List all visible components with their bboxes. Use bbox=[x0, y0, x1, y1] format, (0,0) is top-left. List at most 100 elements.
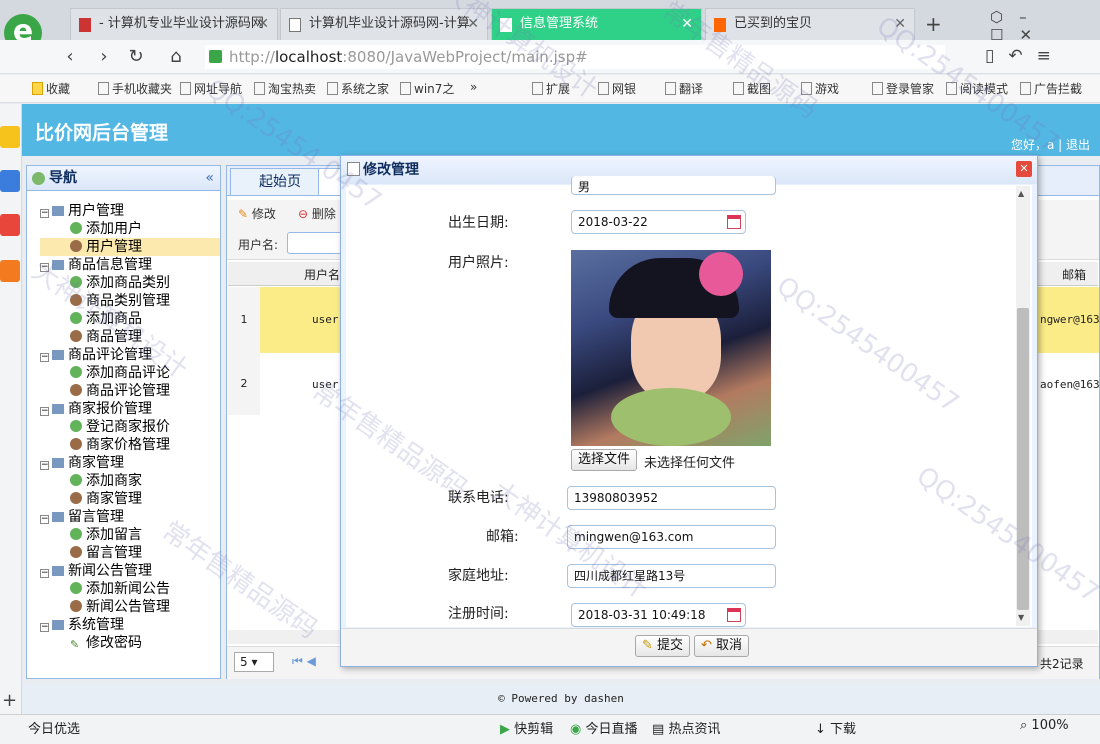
extension-item[interactable]: 扩展 bbox=[532, 80, 570, 97]
extension-item[interactable]: 广告拦截 bbox=[1020, 80, 1082, 97]
address-input[interactable]: 四川成都红星路13号 bbox=[567, 564, 776, 588]
expander-icon[interactable]: − bbox=[40, 623, 49, 632]
tree-item[interactable]: 添加商品评论 bbox=[40, 364, 220, 382]
submit-button[interactable]: ✎ 提交 bbox=[635, 635, 691, 657]
close-tab-icon[interactable]: ✕ bbox=[257, 9, 269, 39]
bookmark-item[interactable]: 收藏 bbox=[32, 80, 70, 97]
tree-item[interactable]: 商品评论管理 bbox=[40, 382, 220, 400]
tree-item[interactable]: 商品类别管理 bbox=[40, 292, 220, 310]
tree-item[interactable]: 添加商品类别 bbox=[40, 274, 220, 292]
new-tab-icon[interactable]: + bbox=[925, 12, 942, 36]
tree-item[interactable]: 商家管理 bbox=[40, 490, 220, 508]
extension-item[interactable]: 阅读模式 bbox=[946, 80, 1008, 97]
collapse-icon[interactable]: « bbox=[205, 166, 214, 191]
gender-field[interactable]: 男 bbox=[571, 176, 776, 195]
calendar-icon[interactable] bbox=[727, 608, 741, 622]
expander-icon[interactable]: − bbox=[40, 263, 49, 272]
scroll-down-icon[interactable]: ▼ bbox=[1018, 613, 1024, 622]
tree-item[interactable]: 登记商家报价 bbox=[40, 418, 220, 436]
bookmark-item[interactable]: 网址导航 bbox=[180, 80, 242, 97]
bookmark-item[interactable]: 手机收藏夹 bbox=[98, 80, 172, 97]
forward-icon[interactable]: › bbox=[92, 46, 116, 67]
extension-item[interactable]: 截图 bbox=[733, 80, 771, 97]
expander-icon[interactable]: − bbox=[40, 353, 49, 362]
status-item[interactable]: ▶ 快剪辑 bbox=[500, 718, 553, 737]
browser-tab-active[interactable]: 信息管理系统 ✕ bbox=[491, 8, 702, 40]
tree-item[interactable]: 添加新闻公告 bbox=[40, 580, 220, 598]
status-item[interactable]: ◉ 今日直播 bbox=[570, 718, 638, 737]
home-icon[interactable]: ⌂ bbox=[164, 46, 188, 67]
tree-item[interactable]: 留言管理 bbox=[40, 544, 220, 562]
page-size-select[interactable]: 5 ▾ bbox=[234, 652, 274, 672]
url-input[interactable]: http://localhost:8080/JavaWebProject/mai… bbox=[205, 45, 945, 69]
tree-item[interactable]: 添加商品 bbox=[40, 310, 220, 328]
bookmark-item[interactable]: 淘宝热卖 bbox=[254, 80, 316, 97]
dialog-close-button[interactable]: ✕ bbox=[1016, 161, 1032, 177]
regtime-input[interactable]: 2018-03-31 10:49:18 bbox=[571, 603, 746, 627]
tree-folder[interactable]: − 商品评论管理 bbox=[40, 346, 220, 364]
expander-icon[interactable]: − bbox=[40, 461, 49, 470]
tree-folder[interactable]: − 新闻公告管理 bbox=[40, 562, 220, 580]
browser-tab[interactable]: - 计算机专业毕业设计源码网 ✕ bbox=[70, 8, 278, 40]
expander-icon[interactable]: − bbox=[40, 515, 49, 524]
tree-item[interactable]: 商家价格管理 bbox=[40, 436, 220, 454]
col-header-username[interactable]: 用户名 bbox=[304, 266, 340, 283]
status-item[interactable]: ▤ 热点资讯 bbox=[652, 718, 720, 737]
tree-item[interactable]: 用户管理 bbox=[40, 238, 220, 256]
browser-tab[interactable]: 已买到的宝贝 ✕ bbox=[705, 8, 915, 40]
scrollbar-thumb[interactable] bbox=[1017, 308, 1029, 610]
expander-icon[interactable]: − bbox=[40, 569, 49, 578]
username-filter-input[interactable] bbox=[287, 232, 342, 254]
close-tab-icon[interactable]: ✕ bbox=[894, 9, 906, 39]
extension-item[interactable]: 网银 bbox=[598, 80, 636, 97]
delete-button[interactable]: ⊖ 删除 bbox=[298, 205, 336, 222]
window-controls[interactable]: ⬡–☐✕ bbox=[990, 8, 1100, 44]
sidebar-add-icon[interactable]: + bbox=[2, 690, 17, 711]
back-icon[interactable]: ‹ bbox=[58, 46, 82, 67]
weibo-icon[interactable] bbox=[0, 214, 20, 236]
tree-item[interactable]: ✎ 修改密码 bbox=[40, 634, 220, 652]
tree-folder[interactable]: − 商家报价管理 bbox=[40, 400, 220, 418]
tree-folder[interactable]: − 商品信息管理 bbox=[40, 256, 220, 274]
bookmarks-more[interactable]: » bbox=[470, 80, 477, 94]
choose-file-button[interactable]: 选择文件 bbox=[571, 449, 638, 471]
tree-item[interactable]: 新闻公告管理 bbox=[40, 598, 220, 616]
email-input[interactable]: mingwen@163.com bbox=[567, 525, 776, 549]
zoom-level[interactable]: ⌕ 100% bbox=[1020, 718, 1069, 733]
status-item[interactable]: ↓ 下载 bbox=[815, 718, 856, 737]
tree-folder[interactable]: − 留言管理 bbox=[40, 508, 220, 526]
tree-item[interactable]: 添加用户 bbox=[40, 220, 220, 238]
status-today-picks[interactable]: 今日优选 bbox=[28, 718, 80, 737]
expander-icon[interactable]: − bbox=[40, 407, 49, 416]
first-page-icon[interactable]: ⏮ ◀ bbox=[292, 654, 316, 669]
logout-link[interactable]: 退出 bbox=[1066, 138, 1090, 152]
cancel-button[interactable]: ↶ 取消 bbox=[694, 635, 750, 657]
close-tab-icon[interactable]: ✕ bbox=[467, 9, 479, 39]
tree-folder[interactable]: − 用户管理 bbox=[40, 202, 220, 220]
mail-icon[interactable] bbox=[0, 260, 20, 282]
browser-menu-icons[interactable]: ▯↶≡ bbox=[985, 46, 1065, 66]
bookmark-item[interactable]: win7之 bbox=[400, 80, 454, 97]
refresh-icon[interactable]: ↻ bbox=[124, 46, 148, 67]
tree-folder[interactable]: − 系统管理 bbox=[40, 616, 220, 634]
phone-input[interactable]: 13980803952 bbox=[567, 486, 776, 510]
close-tab-icon[interactable]: ✕ bbox=[681, 9, 693, 39]
extension-item[interactable]: 翻译 bbox=[665, 80, 703, 97]
calendar-icon[interactable] bbox=[727, 215, 741, 229]
extension-item[interactable]: 登录管家 bbox=[872, 80, 934, 97]
birth-date-input[interactable]: 2018-03-22 bbox=[571, 210, 746, 234]
notes-icon[interactable] bbox=[0, 170, 20, 192]
tree-item[interactable]: 添加留言 bbox=[40, 526, 220, 544]
scroll-up-icon[interactable]: ▲ bbox=[1018, 189, 1024, 198]
tab-start-page[interactable]: 起始页 bbox=[230, 168, 330, 196]
tree-folder[interactable]: − 商家管理 bbox=[40, 454, 220, 472]
expander-icon[interactable]: − bbox=[40, 209, 49, 218]
tree-item[interactable]: 添加商家 bbox=[40, 472, 220, 490]
bookmark-item[interactable]: 系统之家 bbox=[327, 80, 389, 97]
browser-tab[interactable]: 计算机毕业设计源码网-计算 ✕ bbox=[280, 8, 488, 40]
extension-item[interactable]: 游戏 bbox=[801, 80, 839, 97]
favorites-icon[interactable] bbox=[0, 126, 20, 148]
col-header-email[interactable]: 邮箱 bbox=[1062, 266, 1086, 283]
edit-button[interactable]: ✎ 修改 bbox=[238, 205, 276, 222]
tree-item[interactable]: 商品管理 bbox=[40, 328, 220, 346]
